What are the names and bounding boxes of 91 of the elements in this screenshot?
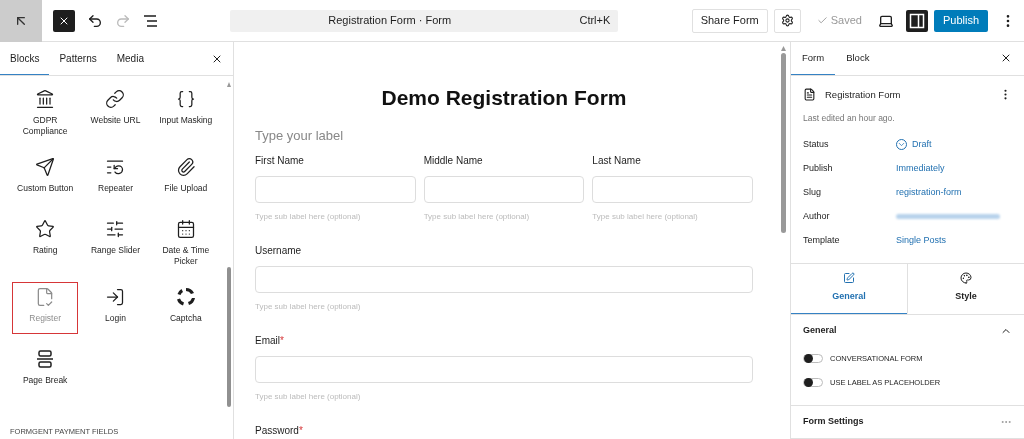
field-label: First Name [255, 154, 304, 168]
block-label: Range Slider [90, 245, 141, 256]
row-label: Author [803, 209, 831, 223]
inserter-tab[interactable]: Blocks [0, 42, 50, 75]
row-label: Template [803, 233, 841, 247]
list-view-icon[interactable] [143, 13, 159, 28]
document-icon [803, 88, 816, 102]
block-label: Repeater [98, 183, 133, 194]
settings-icon [780, 14, 794, 27]
block-item[interactable]: GDPR Compliance [12, 84, 79, 142]
edit-icon [843, 272, 855, 285]
field-label: Email [255, 334, 280, 348]
block-item[interactable]: Custom Button [12, 152, 79, 204]
block-label: GDPR Compliance [21, 115, 69, 137]
block-label: Rating [32, 245, 58, 256]
braces-icon [175, 89, 196, 109]
block-label: Custom Button [17, 183, 74, 194]
text-field[interactable] [255, 356, 753, 383]
block-item[interactable]: Register [12, 282, 79, 334]
block-item[interactable]: Captcha [152, 282, 219, 334]
link-icon [105, 89, 126, 109]
block-label: Input Masking [159, 115, 213, 126]
block-item[interactable]: Page Break [12, 344, 79, 396]
field-label: Middle Name [423, 154, 483, 168]
publish-button[interactable]: Publish [933, 9, 988, 32]
block-label: Website URL [90, 115, 141, 126]
block-label: Register [29, 313, 61, 324]
share-form-button[interactable]: Share Form [691, 8, 768, 33]
inserter-tab[interactable]: Patterns [49, 42, 107, 75]
block-item[interactable]: Login [82, 282, 149, 334]
text-field[interactable] [423, 176, 585, 203]
field-label: Username [255, 244, 302, 258]
toggle-switch[interactable] [803, 378, 823, 387]
settings-tab[interactable]: Form [791, 42, 836, 75]
document-title: Registration Form [825, 87, 901, 102]
block-item[interactable]: Input Masking [152, 84, 219, 142]
status-link[interactable]: Draft [896, 137, 932, 152]
panel-tab[interactable]: Style [907, 263, 1024, 314]
block-item[interactable]: File Upload [152, 152, 219, 204]
block-item[interactable]: Rating [12, 214, 79, 272]
captcha-icon [175, 287, 196, 307]
sliders-icon [105, 219, 126, 239]
bank-icon [35, 89, 56, 109]
row-label: Slug [803, 185, 822, 199]
inserter-tab[interactable]: Media [106, 42, 154, 75]
command-bar-title: Registration Form · Form [328, 13, 452, 29]
field-label: Password [255, 424, 299, 438]
paperclip-icon [175, 157, 196, 177]
calendar-icon [175, 219, 196, 239]
block-item[interactable]: Range Slider [82, 214, 149, 272]
group-label: Type your label [255, 126, 345, 145]
close-inserter-button[interactable] [53, 9, 75, 32]
form-title: Demo Registration Form [380, 85, 628, 111]
text-field[interactable] [255, 176, 416, 203]
panel-tab[interactable]: General [791, 263, 907, 314]
text-field[interactable] [592, 176, 753, 203]
required-mark: * [280, 334, 284, 348]
row-label: Status [803, 137, 830, 151]
section-title: Form Settings [803, 415, 864, 428]
block-label: Login [105, 313, 126, 324]
block-label: File Upload [164, 183, 208, 194]
login-icon [105, 287, 126, 307]
section-title: General [803, 323, 837, 337]
value-link[interactable]: registration-form [896, 185, 962, 200]
settings-tab[interactable]: Block [835, 42, 881, 75]
palette-icon [960, 272, 972, 285]
saved-status: Saved [830, 13, 862, 29]
value-link[interactable]: Single Posts [896, 233, 947, 248]
row-label: Publish [803, 161, 834, 175]
paper-plane-icon [35, 157, 56, 177]
text-field[interactable] [255, 266, 753, 293]
settings-button[interactable] [773, 8, 801, 33]
command-bar[interactable]: Registration Form · Form Ctrl+K [230, 9, 619, 32]
block-item[interactable]: Website URL [82, 84, 149, 142]
shortcut-hint: Ctrl+K [579, 13, 611, 29]
check-icon [816, 15, 828, 26]
star-icon [35, 219, 56, 239]
undo-icon[interactable] [87, 12, 103, 29]
sidebar-toggle-button[interactable] [905, 9, 928, 32]
required-mark: * [298, 424, 303, 438]
block-label: Date & Time Picker [161, 245, 211, 267]
block-label: Captcha [170, 313, 202, 324]
block-label: Page Break [22, 375, 68, 386]
page-break-icon [36, 349, 55, 369]
toggle-switch[interactable] [803, 354, 823, 363]
field-label: Last Name [592, 154, 641, 168]
block-item[interactable]: Repeater [82, 152, 149, 204]
sidebar-toggle-icon [908, 12, 925, 29]
last-edited: Last edited an hour ago. [802, 111, 896, 125]
value-link[interactable]: Immediately [896, 161, 945, 176]
block-item[interactable]: Date & Time Picker [152, 214, 219, 272]
